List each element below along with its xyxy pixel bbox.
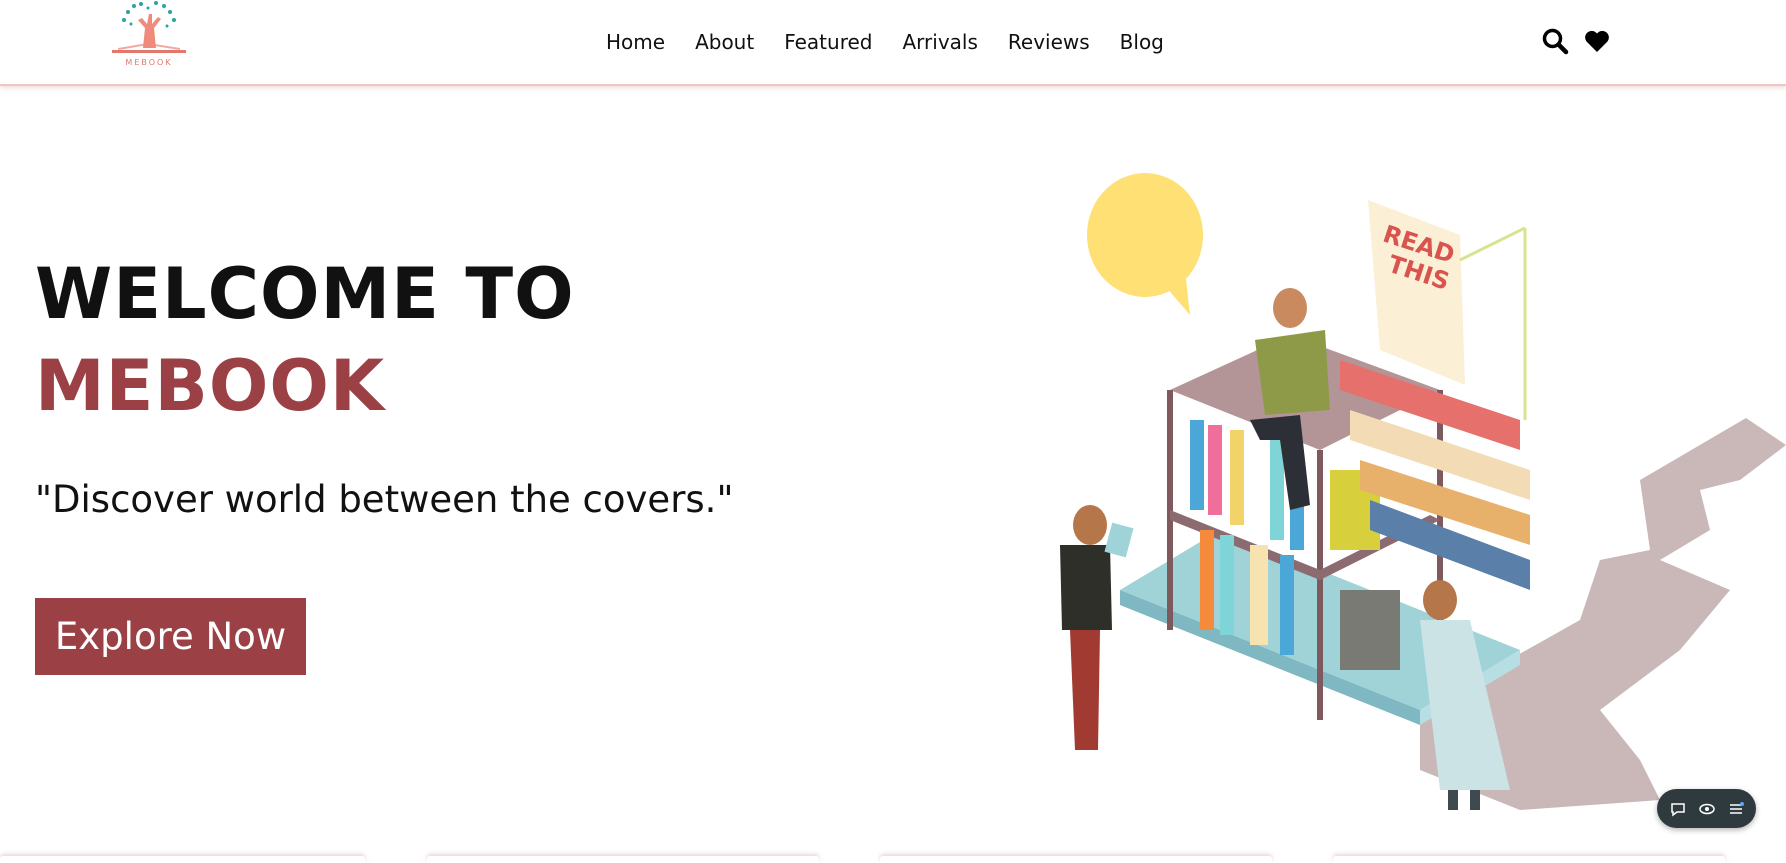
explore-now-button[interactable]: Explore Now bbox=[35, 598, 306, 675]
logo-text: MEBOOK bbox=[125, 58, 173, 67]
site-header: MEBOOK Home About Featured Arrivals Revi… bbox=[0, 0, 1786, 86]
nav-blog[interactable]: Blog bbox=[1105, 28, 1179, 56]
nav-about[interactable]: About bbox=[680, 28, 769, 56]
card-edge bbox=[427, 856, 819, 863]
card-edge bbox=[880, 856, 1272, 863]
hero-title: WELCOME TO MEBOOK bbox=[35, 248, 575, 432]
hero-tagline: "Discover world between the covers." bbox=[35, 478, 734, 521]
nav-reviews[interactable]: Reviews bbox=[993, 28, 1105, 56]
nav-home[interactable]: Home bbox=[606, 28, 680, 56]
header-actions bbox=[1541, 27, 1611, 55]
nav-featured[interactable]: Featured bbox=[769, 28, 887, 56]
nav-arrivals[interactable]: Arrivals bbox=[887, 28, 992, 56]
hero-title-brand: MEBOOK bbox=[35, 345, 386, 427]
hero-title-line1: WELCOME TO bbox=[35, 253, 575, 335]
eye-icon[interactable] bbox=[1698, 800, 1716, 818]
chat-icon[interactable] bbox=[1669, 800, 1687, 818]
card-edge bbox=[0, 856, 365, 863]
heart-icon[interactable] bbox=[1583, 27, 1611, 55]
card-edge bbox=[1333, 856, 1725, 863]
cards-section-edge bbox=[0, 856, 1786, 863]
search-icon[interactable] bbox=[1541, 27, 1569, 55]
logo[interactable]: MEBOOK bbox=[108, 0, 190, 70]
main-nav: Home About Featured Arrivals Reviews Blo… bbox=[606, 28, 1179, 56]
menu-icon[interactable] bbox=[1727, 800, 1745, 818]
tree-logo-icon bbox=[112, 1, 186, 53]
hero-illustration: READ THIS bbox=[1060, 173, 1786, 810]
floating-toolbar bbox=[1657, 789, 1756, 828]
